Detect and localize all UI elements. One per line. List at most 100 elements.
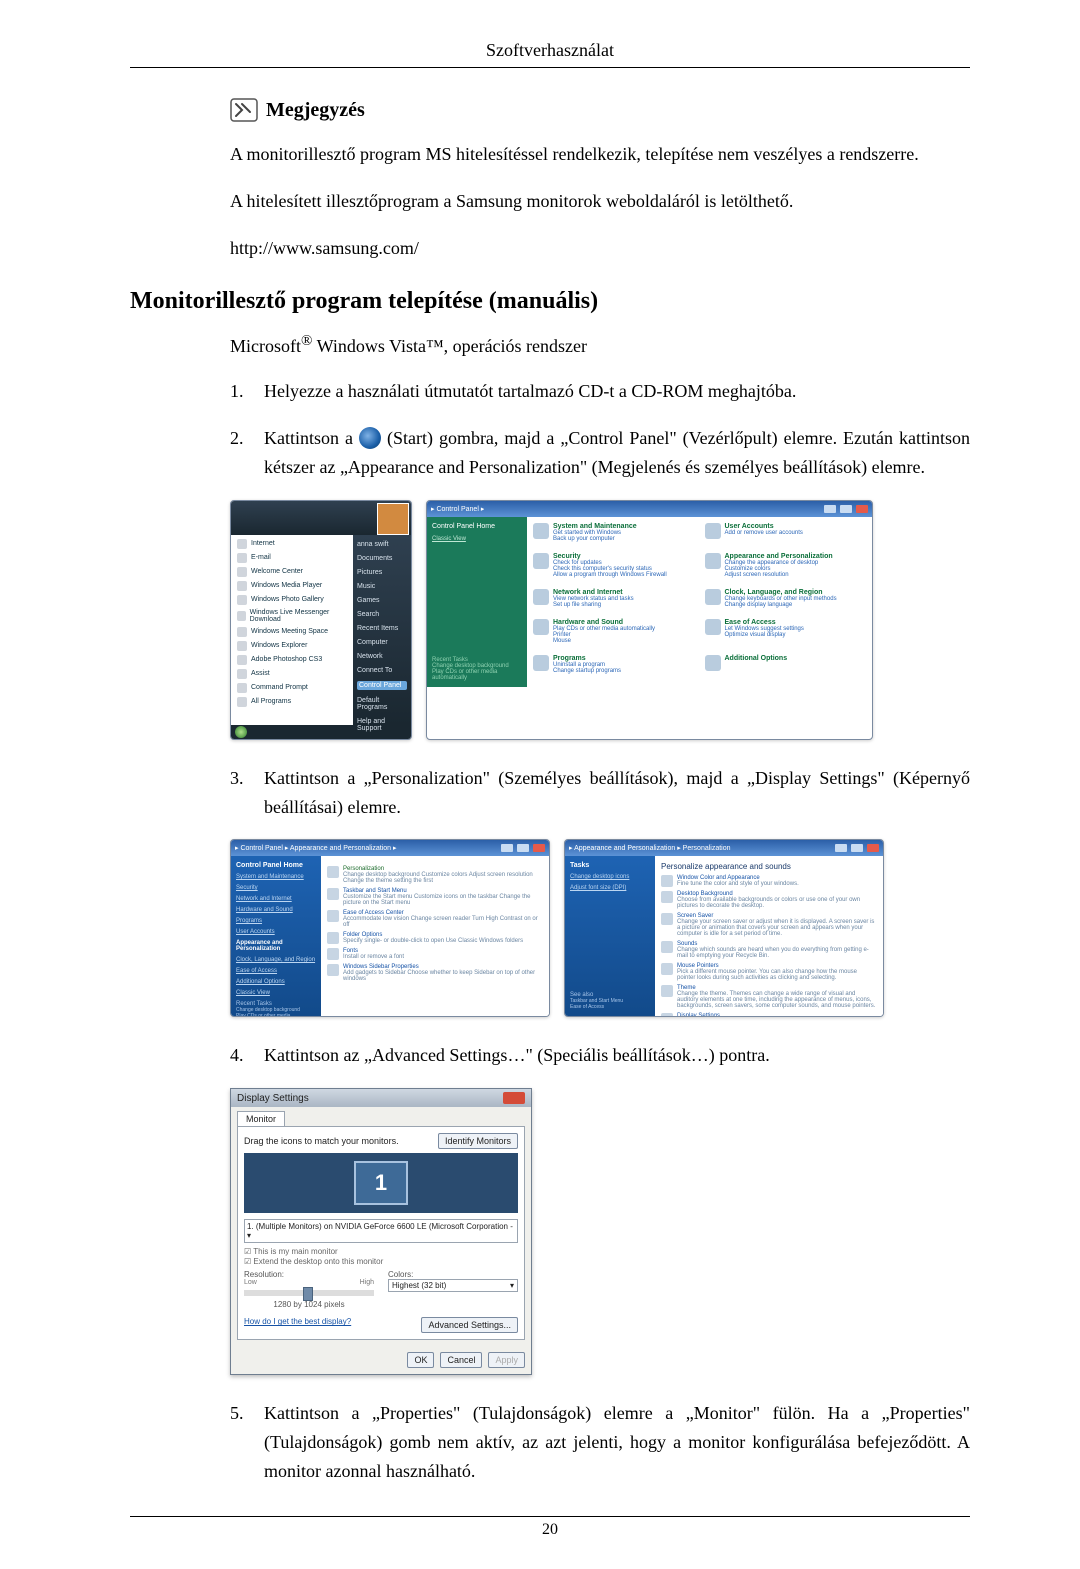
ds-preview: 1 (244, 1153, 518, 1213)
appearance-item[interactable]: Folder OptionsSpecify single- or double-… (327, 932, 543, 944)
cp-category[interactable]: Clock, Language, and RegionChange keyboa… (705, 589, 867, 615)
start-menu-item[interactable]: Windows Media Player (237, 581, 347, 591)
start-menu-left: Internet E-mail Welcome Center Windows Medi… (231, 535, 353, 725)
os-line: Microsoft® Windows Vista™, operációs ren… (230, 333, 970, 357)
personalization-item[interactable]: Window Color and AppearanceFine tune the… (661, 875, 877, 887)
start-menu-item[interactable]: Command Prompt (237, 683, 347, 693)
start-menu-item[interactable]: Help and Support (357, 718, 407, 732)
personalization-panel-mock: ▸ Appearance and Personalization ▸ Perso… (564, 839, 884, 1017)
start-menu-right: anna swiftDocumentsPicturesMusicGamesSea… (353, 535, 411, 725)
step-3: 3. Kattintson a „Personalization" (Szemé… (230, 764, 970, 822)
start-menu-item[interactable]: Documents (357, 555, 407, 562)
cp-category[interactable]: User AccountsAdd or remove user accounts (705, 523, 867, 549)
note-icon (230, 98, 258, 122)
note-heading: Megjegyzés (230, 98, 970, 122)
start-menu-item[interactable]: E-mail (237, 553, 347, 563)
personalization-item[interactable]: Desktop BackgroundChoose from available … (661, 891, 877, 909)
start-orb-icon (359, 427, 381, 449)
start-menu-item[interactable]: Games (357, 597, 407, 604)
advanced-settings-button[interactable]: Advanced Settings... (421, 1317, 518, 1333)
start-menu-item[interactable]: Default Programs (357, 697, 407, 711)
cp-category[interactable]: Ease of AccessLet Windows suggest settin… (705, 619, 867, 651)
start-menu-item[interactable]: All Programs (237, 697, 347, 707)
ds-main-monitor-checkbox[interactable]: ☑ This is my main monitor (244, 1247, 518, 1256)
ds-extend-checkbox[interactable]: ☑ Extend the desktop onto this monitor (244, 1257, 518, 1266)
ds-resolution-value: 1280 by 1024 pixels (244, 1300, 374, 1309)
page-header: Szoftverhasználat (130, 40, 970, 68)
cp-category[interactable]: System and MaintenanceGet started with W… (533, 523, 695, 549)
cancel-button[interactable]: Cancel (440, 1352, 482, 1368)
cp-category[interactable]: Additional Options (705, 655, 867, 681)
personalization-item[interactable]: ThemeChange the theme. Themes can change… (661, 985, 877, 1009)
start-menu-item[interactable]: Recent Items (357, 625, 407, 632)
cp-category[interactable]: ProgramsUninstall a programChange startu… (533, 655, 695, 681)
cp-category[interactable]: SecurityCheck for updatesCheck this comp… (533, 553, 695, 585)
start-menu-item[interactable]: Search (357, 611, 407, 618)
start-menu-item[interactable]: Windows Explorer (237, 641, 347, 651)
start-menu-item[interactable]: Adobe Photoshop CS3 (237, 655, 347, 665)
start-menu-item[interactable]: Windows Live Messenger Download (237, 609, 347, 623)
step-4: 4. Kattintson az „Advanced Settings…" (S… (230, 1041, 970, 1070)
start-menu-mock: Internet E-mail Welcome Center Windows Medi… (230, 500, 412, 740)
step-2: 2. Kattintson a (Start) gombra, majd a „… (230, 424, 970, 482)
start-menu-item[interactable]: Welcome Center (237, 567, 347, 577)
step-1: 1. Helyezze a használati útmutatót tarta… (230, 377, 970, 406)
ds-titlebar: Display Settings (231, 1089, 531, 1107)
start-menu-item[interactable]: Windows Meeting Space (237, 627, 347, 637)
start-menu-item[interactable]: Network (357, 653, 407, 660)
cp-breadcrumb: ▸ Control Panel ▸ (431, 505, 484, 513)
start-menu-item[interactable]: Windows Photo Gallery (237, 595, 347, 605)
note-url: http://www.samsung.com/ (230, 234, 970, 263)
appearance-item[interactable]: Ease of Access CenterAccommodate low vis… (327, 910, 543, 928)
start-menu-item[interactable]: Control Panel (357, 681, 407, 690)
start-menu-item[interactable]: Pictures (357, 569, 407, 576)
personalization-item[interactable]: SoundsChange which sounds are heard when… (661, 941, 877, 959)
appearance-item[interactable]: Taskbar and Start MenuCustomize the Star… (327, 888, 543, 906)
identify-monitors-button[interactable]: Identify Monitors (438, 1133, 518, 1149)
start-orb-icon (235, 726, 247, 738)
appearance-item[interactable]: PersonalizationChange desktop background… (327, 866, 543, 884)
note-label: Megjegyzés (266, 99, 365, 122)
figure-step2: Internet E-mail Welcome Center Windows Medi… (230, 500, 970, 740)
display-settings-dialog: Display Settings Monitor Drag the icons … (230, 1088, 532, 1375)
note-paragraph-1: A monitorillesztő program MS hitelesítés… (230, 140, 970, 169)
appearance-main: PersonalizationChange desktop background… (321, 856, 549, 1016)
personalization-main: Personalize appearance and soundsWindow … (655, 856, 883, 1016)
appearance-item[interactable]: Windows Sidebar PropertiesAdd gadgets to… (327, 964, 543, 982)
cp-category[interactable]: Network and InternetView network status … (533, 589, 695, 615)
ds-tab-monitor[interactable]: Monitor (237, 1111, 285, 1126)
ds-colors-label: Colors: (388, 1270, 518, 1279)
personalization-item[interactable]: Screen SaverChange your screen saver or … (661, 913, 877, 937)
user-avatar (377, 503, 409, 535)
ds-drag-text: Drag the icons to match your monitors. (244, 1136, 399, 1146)
start-menu-item[interactable]: Connect To (357, 667, 407, 674)
close-icon[interactable] (503, 1092, 525, 1104)
section-heading: Monitorillesztő program telepítése (manu… (130, 288, 970, 315)
start-menu-item[interactable]: Computer (357, 639, 407, 646)
note-paragraph-2: A hitelesített illesztőprogram a Samsung… (230, 187, 970, 216)
ok-button[interactable]: OK (407, 1352, 434, 1368)
cp-sidebar: Control Panel Home Classic View Recent T… (427, 517, 527, 687)
monitor-icon[interactable]: 1 (354, 1161, 408, 1205)
personalization-item[interactable]: Display SettingsAdjust your monitor reso… (661, 1013, 877, 1017)
appearance-panel-mock: ▸ Control Panel ▸ Appearance and Persona… (230, 839, 550, 1017)
appearance-item[interactable]: FontsInstall or remove a font (327, 948, 543, 960)
ds-colors-dropdown[interactable]: Highest (32 bit)▾ (388, 1279, 518, 1292)
personalization-item[interactable]: Mouse PointersPick a different mouse poi… (661, 963, 877, 981)
personalization-sidebar: TasksChange desktop iconsAdjust font siz… (565, 856, 655, 1016)
start-menu-item[interactable]: Assist (237, 669, 347, 679)
cp-main: System and MaintenanceGet started with W… (527, 517, 872, 687)
control-panel-mock: ▸ Control Panel ▸ Control Panel Home Cla… (426, 500, 873, 740)
ds-monitor-dropdown[interactable]: 1. (Multiple Monitors) on NVIDIA GeForce… (244, 1219, 518, 1243)
start-menu-item[interactable]: Music (357, 583, 407, 590)
appearance-sidebar: Control Panel HomeSystem and Maintenance… (231, 856, 321, 1016)
figure-step3: ▸ Control Panel ▸ Appearance and Persona… (230, 839, 970, 1017)
apply-button: Apply (488, 1352, 525, 1368)
ds-resolution-label: Resolution: (244, 1270, 374, 1279)
ds-resolution-slider[interactable] (244, 1290, 374, 1296)
start-menu-item[interactable]: Internet (237, 539, 347, 549)
cp-category[interactable]: Appearance and PersonalizationChange the… (705, 553, 867, 585)
page-footer: 20 (130, 1516, 970, 1539)
cp-category[interactable]: Hardware and SoundPlay CDs or other medi… (533, 619, 695, 651)
ds-help-link[interactable]: How do I get the best display? (244, 1317, 351, 1333)
